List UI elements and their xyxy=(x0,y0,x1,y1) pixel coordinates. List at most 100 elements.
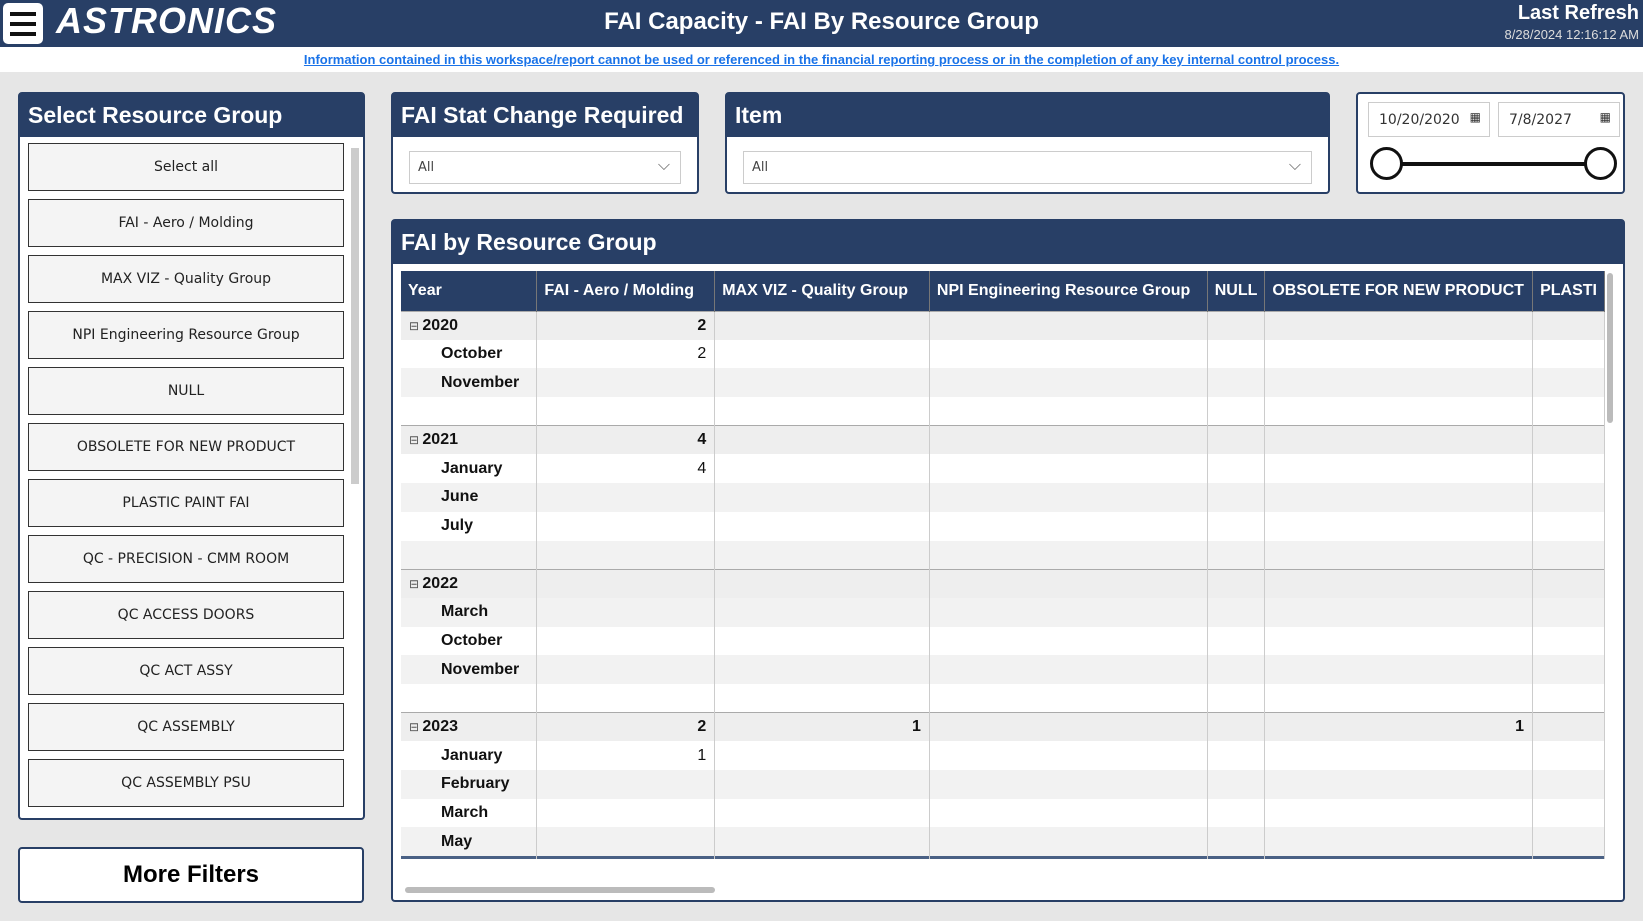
total-row: Total12272153868 xyxy=(401,856,1605,859)
total-cell: 15 xyxy=(929,856,1208,859)
slicer-item[interactable]: MAX VIZ - Quality Group xyxy=(28,255,344,303)
cell xyxy=(714,368,930,398)
cell xyxy=(1532,655,1605,684)
end-date-input[interactable]: 7/8/2027 ▦ xyxy=(1498,102,1620,137)
cell xyxy=(1532,368,1605,398)
matrix-table-wrap: Year FAI - Aero / Molding MAX VIZ - Qualit… xyxy=(401,271,1605,859)
slicer-item[interactable]: NPI Engineering Resource Group xyxy=(28,311,344,359)
cell xyxy=(1532,483,1605,512)
cell xyxy=(1532,770,1605,799)
dropdown-value: All xyxy=(418,160,435,175)
vertical-scrollbar[interactable] xyxy=(1607,273,1613,423)
column-header[interactable]: FAI - Aero / Molding xyxy=(536,271,716,311)
month-row: March xyxy=(401,597,1605,627)
start-slider-handle[interactable] xyxy=(1370,147,1403,180)
cell: 1 xyxy=(536,741,716,770)
cell xyxy=(1532,397,1605,426)
item-dropdown[interactable]: All ⌵ xyxy=(743,151,1312,184)
cell xyxy=(929,511,1208,541)
cell xyxy=(401,540,538,570)
cell xyxy=(1532,568,1605,598)
cell xyxy=(1532,339,1605,369)
calendar-icon[interactable]: ▦ xyxy=(1600,110,1611,124)
cell xyxy=(536,568,716,598)
column-header[interactable]: MAX VIZ - Quality Group xyxy=(714,271,930,311)
disclaimer-link[interactable]: Information contained in this workspace/… xyxy=(0,47,1643,72)
last-refresh-label: Last Refresh xyxy=(1517,2,1639,24)
cell: October xyxy=(401,339,538,369)
cell xyxy=(714,827,930,857)
date-slider-track xyxy=(1386,162,1595,166)
cell xyxy=(1207,770,1266,799)
cell: 2 xyxy=(536,310,716,340)
column-header[interactable]: NULL xyxy=(1207,271,1266,311)
slicer-item[interactable]: OBSOLETE FOR NEW PRODUCT xyxy=(28,423,344,471)
column-header[interactable]: Year xyxy=(401,271,538,311)
year-row: ⊟ 2022 xyxy=(401,568,1605,598)
cell xyxy=(1532,511,1605,541)
calendar-icon[interactable]: ▦ xyxy=(1470,110,1481,124)
cell xyxy=(714,540,930,570)
cell: ⊟ 2020 xyxy=(401,310,538,340)
slicer-item[interactable]: PLASTIC PAINT FAI xyxy=(28,479,344,527)
cell: ⊟ 2023 xyxy=(401,712,538,742)
cell xyxy=(929,339,1208,369)
column-header[interactable]: NPI Engineering Resource Group xyxy=(929,271,1208,311)
fai-stat-filter: FAI Stat Change Required All ⌵ xyxy=(391,92,699,194)
cell: March xyxy=(401,798,538,828)
total-cell: Total xyxy=(401,856,538,859)
cell xyxy=(1264,683,1534,713)
slicer-item[interactable]: QC ASSEMBLY xyxy=(28,703,344,751)
cell xyxy=(1207,741,1266,770)
fai-stat-dropdown[interactable]: All ⌵ xyxy=(409,151,681,184)
total-cell xyxy=(1532,856,1605,859)
dropdown-value: All xyxy=(752,160,769,175)
cell xyxy=(1207,483,1266,512)
cell xyxy=(1264,454,1534,484)
slicer-item[interactable]: QC ACCESS DOORS xyxy=(28,591,344,639)
cell xyxy=(929,310,1208,340)
start-date-input[interactable]: 10/20/2020 ▦ xyxy=(1368,102,1490,137)
horizontal-scrollbar[interactable] xyxy=(405,887,715,893)
cell xyxy=(1207,655,1266,684)
cell xyxy=(1264,339,1534,369)
cell xyxy=(714,798,930,828)
cell xyxy=(1532,597,1605,627)
cell xyxy=(1264,540,1534,570)
slicer-item[interactable]: Select all xyxy=(28,143,344,191)
month-row: January 1 xyxy=(401,741,1605,770)
more-filters-button[interactable]: More Filters xyxy=(18,847,364,903)
cell xyxy=(1532,798,1605,828)
slicer-item[interactable]: QC ASSEMBLY PSU xyxy=(28,759,344,807)
cell: July xyxy=(401,511,538,541)
slicer-item[interactable]: QC - PRECISION - CMM ROOM xyxy=(28,535,344,583)
column-header[interactable]: OBSOLETE FOR NEW PRODUCT xyxy=(1264,271,1534,311)
column-header[interactable]: PLASTI xyxy=(1532,271,1605,311)
cell xyxy=(1532,626,1605,656)
slicer-item[interactable]: NULL xyxy=(28,367,344,415)
cell xyxy=(929,712,1208,742)
end-slider-handle[interactable] xyxy=(1584,147,1617,180)
cell xyxy=(929,597,1208,627)
cell xyxy=(1532,425,1605,455)
cell xyxy=(536,540,716,570)
slicer-item[interactable]: FAI - Aero / Molding xyxy=(28,199,344,247)
cell xyxy=(714,683,930,713)
cell xyxy=(714,310,930,340)
slicer-scrollbar[interactable] xyxy=(351,148,359,484)
cell xyxy=(1264,798,1534,828)
total-cell: 38 xyxy=(1207,856,1266,859)
slicer-title: Select Resource Group xyxy=(20,94,363,137)
blank-row xyxy=(401,683,1605,713)
slicer-item[interactable]: QC ACT ASSY xyxy=(28,647,344,695)
collapse-icon[interactable]: ⊟ xyxy=(409,720,422,734)
cell xyxy=(1264,483,1534,512)
cell xyxy=(929,827,1208,857)
collapse-icon[interactable]: ⊟ xyxy=(409,433,422,447)
collapse-icon[interactable]: ⊟ xyxy=(409,577,422,591)
month-row: July xyxy=(401,511,1605,541)
collapse-icon[interactable]: ⊟ xyxy=(409,319,422,333)
cell xyxy=(536,683,716,713)
total-cell: 68 xyxy=(1264,856,1534,859)
cell xyxy=(1264,568,1534,598)
